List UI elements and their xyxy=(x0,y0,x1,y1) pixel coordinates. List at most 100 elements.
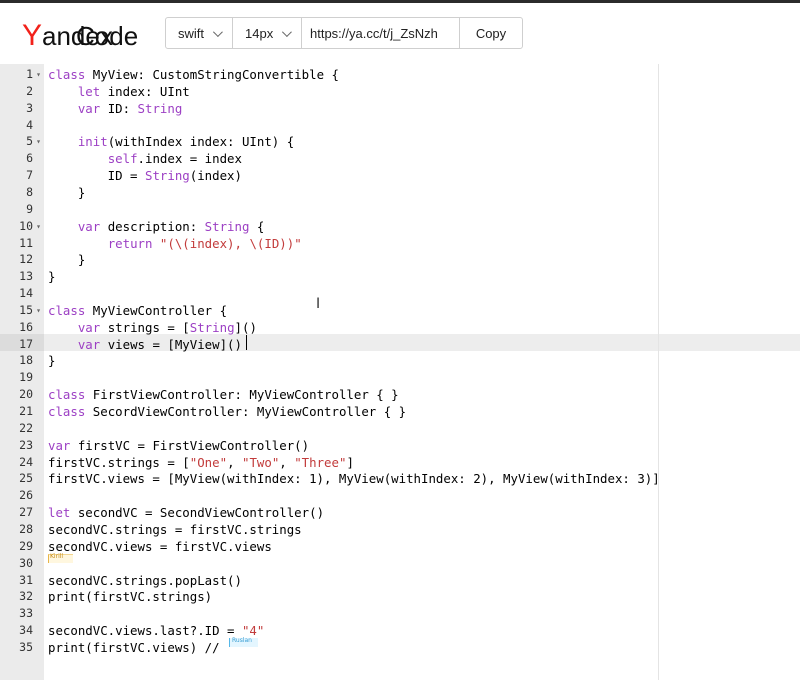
code-token: class xyxy=(48,67,86,82)
line-number-text: 12 xyxy=(19,252,33,267)
code-line: var strings = [String]() xyxy=(48,319,257,336)
fold-toggle-icon[interactable]: ▾ xyxy=(36,218,41,235)
fold-toggle-icon[interactable]: ▾ xyxy=(36,302,41,319)
line-number-text: 13 xyxy=(19,269,33,284)
code-line: print(firstVC.views) // xyxy=(48,639,227,656)
line-number-text: 9 xyxy=(26,201,33,216)
line-number: 8 xyxy=(0,184,44,201)
line-number: 19 xyxy=(0,369,44,386)
line-number: 24 xyxy=(0,454,44,471)
language-value: swift xyxy=(178,25,204,41)
code-token: MyViewController { xyxy=(85,302,228,318)
code-line: firstVC.strings = ["One", "Two", "Three"… xyxy=(48,454,354,471)
code-token: self xyxy=(107,151,138,167)
chevron-down-icon xyxy=(281,26,292,37)
code-token: "Two" xyxy=(241,454,280,470)
chevron-down-icon xyxy=(212,26,223,37)
line-number-text: 16 xyxy=(19,319,33,334)
code-token: ] xyxy=(346,454,354,470)
ibeam-cursor-icon: I xyxy=(316,296,321,312)
line-number: 18 xyxy=(0,352,44,369)
line-number-text: 7 xyxy=(26,168,33,183)
copy-button[interactable]: Copy xyxy=(460,18,522,48)
line-number: 11 xyxy=(0,235,44,252)
line-number-text: 32 xyxy=(19,589,33,604)
code-line: let index: UInt xyxy=(48,83,190,100)
line-number: 1 ▾ xyxy=(0,66,44,83)
code-token: secondVC.views = firstVC.views xyxy=(48,538,272,554)
line-number-text: 1 xyxy=(26,67,33,81)
code-token: (index) xyxy=(189,168,242,184)
line-number: 30 xyxy=(0,555,44,572)
line-number: 22 xyxy=(0,420,44,437)
code-line: var description: String { xyxy=(48,218,265,235)
collaborator-cursor-kirill: Kirill xyxy=(48,553,73,563)
code-token: print(firstVC.views) // xyxy=(48,639,228,655)
fold-toggle-icon[interactable]: ▾ xyxy=(36,66,41,83)
line-number-text: 2 xyxy=(26,83,33,98)
code-token: let xyxy=(77,83,101,99)
code-line: var views = [MyView]() xyxy=(48,336,242,353)
code-line: secondVC.strings.popLast() xyxy=(48,572,242,589)
line-number: 32 xyxy=(0,588,44,605)
line-number: 15 ▾ xyxy=(0,302,44,319)
line-number-text: 17 xyxy=(19,336,33,351)
header: Y andex Code swift 14px https://ya.cc/t/… xyxy=(0,3,800,63)
code-token: secondVC.strings.popLast() xyxy=(48,572,242,588)
line-number: 26 xyxy=(0,487,44,504)
line-number-text: 6 xyxy=(26,151,33,166)
code-token: .index = index xyxy=(137,151,242,167)
code-line: self.index = index xyxy=(48,150,242,167)
code-line: var firstVC = FirstViewController() xyxy=(48,437,309,454)
text-cursor xyxy=(246,335,247,350)
code-token: { xyxy=(249,218,265,234)
code-line: print(firstVC.strings) xyxy=(48,588,212,605)
code-line: class MyView: CustomStringConvertible { xyxy=(48,66,339,83)
code-line: class MyViewController { xyxy=(48,302,227,319)
code-token: init xyxy=(77,134,108,150)
yandex-code-logo[interactable]: Y andex Code xyxy=(22,18,138,54)
code-token: index: UInt xyxy=(100,83,190,99)
line-number: 4 xyxy=(0,117,44,134)
code-token: String xyxy=(144,168,190,184)
code-token: , xyxy=(279,454,295,470)
line-number-text: 15 xyxy=(19,302,33,317)
language-select[interactable]: swift xyxy=(166,18,233,48)
code-token: var xyxy=(77,218,101,234)
logo-y: Y xyxy=(22,19,43,52)
line-number-text: 22 xyxy=(19,420,33,435)
code-editor[interactable]: 1 ▾ class MyView: CustomStringConvertible … xyxy=(0,64,800,680)
code-token: secondVC = SecondViewController() xyxy=(70,505,325,521)
code-token: } xyxy=(48,252,86,268)
line-number-text: 30 xyxy=(19,555,33,570)
code-line: } xyxy=(48,268,55,285)
line-number: 21 xyxy=(0,403,44,420)
line-number: 29 xyxy=(0,538,44,555)
font-size-select[interactable]: 14px xyxy=(233,18,302,48)
collaborator-name-kirill: Kirill xyxy=(50,553,64,560)
code-token: var xyxy=(77,336,101,352)
fold-toggle-icon[interactable]: ▾ xyxy=(36,133,41,150)
line-number-text: 31 xyxy=(19,572,33,587)
share-url-value: https://ya.cc/t/j_ZsNzh xyxy=(310,25,438,41)
code-line: } xyxy=(48,184,85,201)
code-token: } xyxy=(48,184,86,200)
line-number: 7 xyxy=(0,167,44,184)
code-token: "4" xyxy=(241,623,265,639)
line-number-text: 28 xyxy=(19,521,33,536)
line-number: 13 xyxy=(0,268,44,285)
line-number-text: 3 xyxy=(26,100,33,115)
code-line: class FirstViewController: MyViewControl… xyxy=(48,386,399,403)
share-url-field[interactable]: https://ya.cc/t/j_ZsNzh xyxy=(302,18,460,48)
collaborator-name-ruslan: Ruslan xyxy=(232,637,252,644)
code-token: } xyxy=(48,353,56,369)
line-number-text: 14 xyxy=(19,286,33,301)
toolbar: swift 14px https://ya.cc/t/j_ZsNzh Copy xyxy=(165,17,523,49)
line-number: 34 xyxy=(0,622,44,639)
code-token: (withIndex index: UInt) { xyxy=(107,134,295,150)
line-number-text: 21 xyxy=(19,404,33,418)
